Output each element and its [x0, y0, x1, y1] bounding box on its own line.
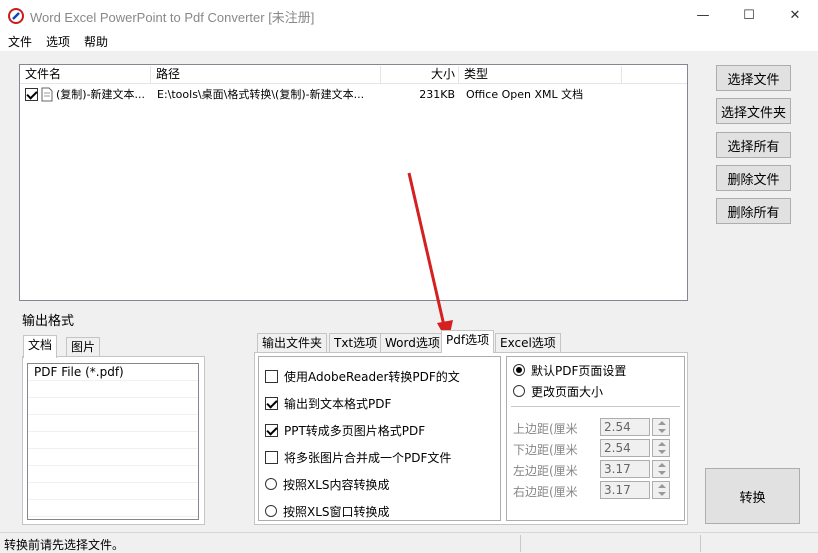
margin-bottom-label: 下边距(厘米: [513, 443, 578, 457]
column-header-path[interactable]: 路径: [151, 66, 381, 83]
menu-options[interactable]: 选项: [46, 33, 70, 50]
table-row[interactable]: (复制)-新建文本... E:\tools\桌面\格式转换\(复制)-新建文本.…: [20, 85, 687, 105]
cell-path: E:\tools\桌面\格式转换\(复制)-新建文本...: [157, 88, 365, 101]
close-button[interactable]: ✕: [772, 0, 818, 31]
margin-bottom-spinner[interactable]: [652, 439, 670, 457]
checkbox[interactable]: [265, 450, 278, 464]
file-list[interactable]: 文件名 路径 大小 类型 (复制)-新建文本... E:\tools\桌面\格式…: [19, 64, 688, 301]
margin-top-input[interactable]: 2.54: [600, 418, 650, 436]
margin-right-spinner[interactable]: [652, 481, 670, 499]
status-divider: [700, 535, 701, 552]
list-line: [28, 483, 198, 500]
margin-right-label: 右边距(厘米: [513, 485, 578, 499]
option-xls-content[interactable]: 按照XLS内容转换成: [265, 475, 390, 493]
output-format-label: 输出格式: [22, 314, 75, 329]
column-header-type[interactable]: 类型: [459, 66, 622, 83]
tab-image[interactable]: 图片: [66, 337, 101, 358]
maximize-button[interactable]: ☐: [726, 0, 772, 31]
page-settings-group: 默认PDF页面设置 更改页面大小 上边距(厘米 2.54 下边距(厘米 2.54…: [506, 356, 685, 521]
status-text: 转换前请先选择文件。: [4, 538, 125, 552]
format-list[interactable]: PDF File (*.pdf): [27, 363, 199, 520]
column-header-name[interactable]: 文件名: [20, 66, 151, 83]
list-line: [28, 432, 198, 449]
tab-txt-options[interactable]: Txt选项: [329, 333, 383, 354]
column-header-size[interactable]: 大小: [381, 66, 459, 83]
option-xls-window[interactable]: 按照XLS窗口转换成: [265, 502, 390, 520]
list-line: [28, 415, 198, 432]
list-line: [28, 398, 198, 415]
margin-bottom-input[interactable]: 2.54: [600, 439, 650, 457]
option-use-adobereader[interactable]: 使用AdobeReader转换PDF的文: [265, 367, 460, 385]
option-merge-images[interactable]: 将多张图片合并成一个PDF文件: [265, 448, 451, 466]
radio-button[interactable]: [265, 478, 277, 490]
checkbox[interactable]: [265, 369, 278, 383]
margin-left-input[interactable]: 3.17: [600, 460, 650, 478]
document-icon: [41, 87, 53, 102]
margin-top-label: 上边距(厘米: [513, 422, 578, 436]
margin-top-spinner[interactable]: [652, 418, 670, 436]
option-text-pdf[interactable]: 输出到文本格式PDF: [265, 394, 391, 412]
app-logo-icon: [8, 8, 24, 24]
option-ppt-image-pdf[interactable]: PPT转成多页图片格式PDF: [265, 421, 425, 439]
radio-button[interactable]: [513, 364, 525, 376]
status-divider: [520, 535, 521, 552]
status-bar: 转换前请先选择文件。: [0, 532, 818, 553]
window-title: Word Excel PowerPoint to Pdf Converter […: [30, 10, 315, 25]
row-checkbox[interactable]: [25, 88, 38, 101]
menu-file[interactable]: 文件: [8, 33, 32, 50]
file-list-header: 文件名 路径 大小 类型: [20, 65, 687, 84]
tab-document[interactable]: 文档: [23, 335, 58, 358]
checkbox[interactable]: [265, 396, 278, 410]
menu-bar: 文件 选项 帮助: [0, 31, 818, 51]
convert-button[interactable]: 转换: [705, 468, 800, 524]
tab-pdf-options[interactable]: Pdf选项: [441, 330, 495, 353]
radio-button[interactable]: [265, 505, 277, 517]
radio-button[interactable]: [513, 385, 525, 397]
divider: [511, 406, 680, 407]
select-all-button[interactable]: 选择所有: [716, 132, 791, 158]
select-folder-button[interactable]: 选择文件夹: [716, 98, 791, 124]
delete-file-button[interactable]: 删除文件: [716, 165, 791, 191]
list-item[interactable]: PDF File (*.pdf): [28, 364, 198, 381]
option-default-page[interactable]: 默认PDF页面设置: [513, 361, 626, 379]
list-line: [28, 500, 198, 517]
cell-filename: (复制)-新建文本...: [56, 88, 146, 101]
list-line: [28, 381, 198, 398]
tab-output-folder[interactable]: 输出文件夹: [257, 333, 328, 354]
list-line: [28, 449, 198, 466]
tab-excel-options[interactable]: Excel选项: [495, 333, 561, 354]
minimize-button[interactable]: —: [680, 0, 726, 31]
title-bar: Word Excel PowerPoint to Pdf Converter […: [0, 0, 818, 31]
cell-type: Office Open XML 文档: [466, 88, 584, 101]
select-file-button[interactable]: 选择文件: [716, 65, 791, 91]
margin-left-label: 左边距(厘米: [513, 464, 578, 478]
pdf-options-panel: 使用AdobeReader转换PDF的文 输出到文本格式PDF PPT转成多页图…: [254, 352, 688, 525]
list-line: [28, 466, 198, 483]
pdf-options-group: 使用AdobeReader转换PDF的文 输出到文本格式PDF PPT转成多页图…: [258, 356, 501, 521]
menu-help[interactable]: 帮助: [84, 33, 108, 50]
option-change-page-size[interactable]: 更改页面大小: [513, 382, 603, 400]
format-panel: PDF File (*.pdf): [22, 356, 205, 525]
cell-size: 231KB: [419, 88, 455, 101]
margin-left-spinner[interactable]: [652, 460, 670, 478]
margin-right-input[interactable]: 3.17: [600, 481, 650, 499]
red-arrow-annotation: [407, 172, 453, 343]
checkbox[interactable]: [265, 423, 278, 437]
delete-all-button[interactable]: 删除所有: [716, 198, 791, 224]
